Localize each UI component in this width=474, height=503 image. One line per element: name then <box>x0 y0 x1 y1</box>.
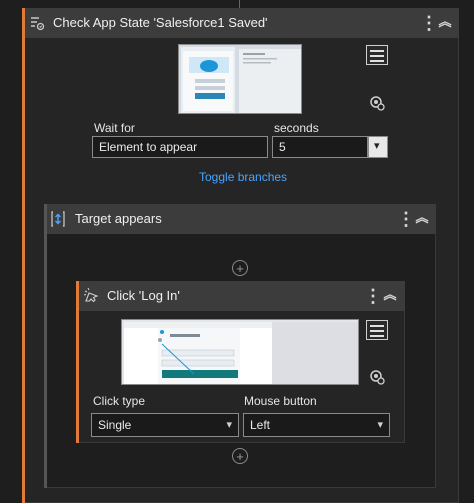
mouse-button-value: Left <box>250 418 271 432</box>
outer-target-screenshot[interactable] <box>178 44 302 114</box>
click-settings-icon[interactable] <box>369 369 385 390</box>
toggle-branches-link[interactable]: Toggle branches <box>199 170 287 184</box>
click-more-options-icon[interactable]: ⋮ <box>364 287 382 305</box>
click-type-value: Single <box>98 418 132 432</box>
outer-more-options-icon[interactable]: ⋮ <box>420 14 438 32</box>
outer-settings-icon[interactable] <box>369 95 385 116</box>
activity-accent-bar <box>22 8 25 503</box>
wait-for-dropdown[interactable]: Element to appear <box>92 136 268 158</box>
seconds-label: seconds <box>274 121 319 135</box>
add-activity-icon[interactable]: + <box>232 448 248 464</box>
target-more-options-icon[interactable]: ⋮ <box>397 210 415 228</box>
seconds-input[interactable]: 5 <box>272 136 368 158</box>
outer-screenshot-menu-button[interactable] <box>366 45 388 65</box>
mouse-button-label: Mouse button <box>244 394 317 408</box>
click-log-in-title: Click 'Log In' <box>107 288 180 303</box>
click-type-dropdown[interactable]: Single ▾ <box>91 413 239 437</box>
branch-accent-bar <box>44 204 47 488</box>
branch-icon <box>51 211 65 232</box>
click-collapse-icon[interactable]: ︽ <box>383 288 397 301</box>
click-type-label: Click type <box>93 394 146 408</box>
check-app-state-icon <box>29 15 45 34</box>
chevron-down-icon: ▾ <box>226 419 232 431</box>
seconds-dropdown-button[interactable]: ▾ <box>368 136 388 158</box>
target-appears-title: Target appears <box>75 211 162 226</box>
connector-line <box>239 0 240 8</box>
mouse-button-dropdown[interactable]: Left ▾ <box>243 413 390 437</box>
click-target-screenshot[interactable] <box>121 319 359 385</box>
wait-for-value: Element to appear <box>99 140 198 154</box>
seconds-value: 5 <box>279 140 286 154</box>
wait-for-label: Wait for <box>94 121 135 135</box>
add-activity-icon[interactable]: + <box>232 260 248 276</box>
click-screenshot-menu-button[interactable] <box>366 320 388 340</box>
click-accent-bar <box>76 281 79 443</box>
outer-collapse-icon[interactable]: ︽ <box>438 15 452 28</box>
chevron-down-icon: ▾ <box>374 140 380 152</box>
check-app-state-title: Check App State 'Salesforce1 Saved' <box>53 15 268 30</box>
chevron-down-icon: ▾ <box>377 419 383 431</box>
click-activity-icon <box>83 287 99 308</box>
target-collapse-icon[interactable]: ︽ <box>415 211 429 224</box>
